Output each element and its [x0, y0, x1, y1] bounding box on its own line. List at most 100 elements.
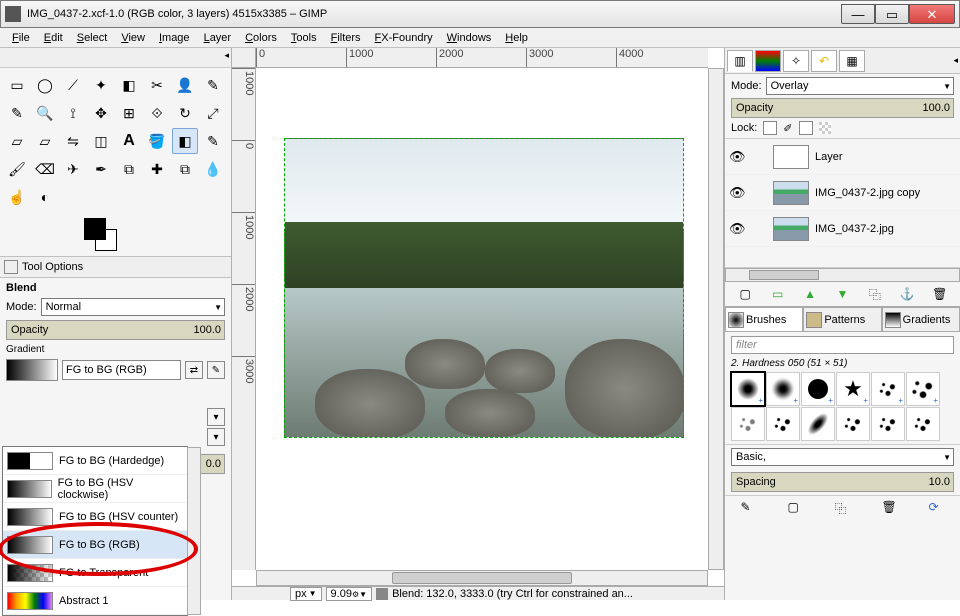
gradient-name-field[interactable]: FG to BG (RGB): [62, 360, 181, 380]
gradient-list-item[interactable]: FG to BG (HSV counter): [3, 503, 187, 531]
canvas-vscrollbar[interactable]: [708, 68, 724, 570]
menu-view[interactable]: View: [115, 30, 151, 46]
color-picker-icon[interactable]: ✎: [4, 100, 30, 126]
eraser-icon[interactable]: ⌫: [32, 156, 58, 182]
new-brush-button[interactable]: ▢: [788, 500, 804, 516]
tab-channels[interactable]: [755, 50, 781, 72]
delete-layer-button[interactable]: 🗑: [932, 286, 948, 302]
bucket-fill-icon[interactable]: 🪣: [144, 128, 170, 154]
flip-icon[interactable]: ⇋: [60, 128, 86, 154]
close-button[interactable]: ✕: [909, 4, 955, 24]
repeat-dropdown[interactable]: ▾: [207, 428, 225, 446]
gradient-popup-scrollbar[interactable]: [187, 447, 201, 615]
gradient-list-item[interactable]: FG to Transparent: [3, 559, 187, 587]
visibility-toggle[interactable]: 👁: [729, 185, 745, 201]
shape-dropdown[interactable]: ▾: [207, 408, 225, 426]
scissors-icon[interactable]: ✂: [144, 72, 170, 98]
new-layer-button[interactable]: ▢: [737, 286, 753, 302]
rect-select-icon[interactable]: ▭: [4, 72, 30, 98]
duplicate-brush-button[interactable]: ⿻: [835, 500, 851, 516]
canvas[interactable]: [256, 68, 708, 570]
menu-select[interactable]: Select: [71, 30, 114, 46]
move-icon[interactable]: ✥: [88, 100, 114, 126]
gradient-list-item[interactable]: FG to BG (HSV clockwise): [3, 475, 187, 503]
tab-paths[interactable]: ✧: [783, 50, 809, 72]
smudge-icon[interactable]: ☝: [4, 184, 30, 210]
menu-filters[interactable]: Filters: [325, 30, 367, 46]
airbrush-icon[interactable]: ✈: [60, 156, 86, 182]
opacity-slider[interactable]: Opacity 100.0: [6, 320, 225, 340]
brush-item[interactable]: +: [871, 372, 905, 406]
brush-category-dropdown[interactable]: Basic, ▼: [731, 448, 954, 466]
visibility-toggle[interactable]: 👁: [729, 149, 745, 165]
brush-item[interactable]: [836, 407, 870, 441]
gradient-list-item[interactable]: FG to BG (RGB): [3, 531, 187, 559]
brush-item[interactable]: +: [801, 372, 835, 406]
blend-icon[interactable]: ◧: [172, 128, 198, 154]
foreground-select-icon[interactable]: 👤: [172, 72, 198, 98]
zoom-field[interactable]: 9.09⚙▼: [326, 587, 373, 601]
ink-icon[interactable]: ✒: [88, 156, 114, 182]
canvas-hscrollbar[interactable]: [256, 570, 708, 586]
image-preview[interactable]: [284, 138, 684, 438]
perspective-clone-icon[interactable]: ⧉: [172, 156, 198, 182]
duplicate-layer-button[interactable]: ⿻: [867, 286, 883, 302]
raise-layer-button[interactable]: ▲: [802, 286, 818, 302]
perspective-icon[interactable]: ▱: [32, 128, 58, 154]
menu-file[interactable]: File: [6, 30, 36, 46]
menu-edit[interactable]: Edit: [38, 30, 69, 46]
dock-menu-arrow[interactable]: ◂: [953, 55, 958, 66]
brush-filter-input[interactable]: filter: [731, 336, 954, 354]
brush-item[interactable]: [801, 407, 835, 441]
tab-patterns[interactable]: Patterns: [803, 307, 881, 332]
layer-opacity-slider[interactable]: Opacity 100.0: [731, 98, 954, 118]
unit-select[interactable]: px▼: [290, 587, 322, 601]
delete-brush-button[interactable]: 🗑: [882, 500, 898, 516]
layers-hscrollbar[interactable]: [725, 268, 960, 282]
rotate-icon[interactable]: ↻: [172, 100, 198, 126]
blur-icon[interactable]: 💧: [200, 156, 226, 182]
ruler-horizontal[interactable]: 01000200030004000: [256, 48, 708, 68]
spacing-slider[interactable]: Spacing 10.0: [731, 472, 954, 492]
gradient-list-item[interactable]: FG to BG (Hardedge): [3, 447, 187, 475]
brush-item[interactable]: [871, 407, 905, 441]
gradient-list-item[interactable]: Abstract 1: [3, 587, 187, 615]
gradient-edit-button[interactable]: ✎: [207, 361, 225, 379]
layer-mode-dropdown[interactable]: Overlay ▼: [766, 77, 954, 95]
dock-config-icon[interactable]: [4, 260, 18, 274]
zoom-icon[interactable]: 🔍: [32, 100, 58, 126]
fg-color-swatch[interactable]: [84, 218, 106, 240]
edit-brush-button[interactable]: ✎: [741, 500, 757, 516]
menu-fx-foundry[interactable]: FX-Foundry: [369, 30, 439, 46]
refresh-brush-button[interactable]: ⟳: [929, 500, 945, 516]
gradient-swatch[interactable]: [6, 359, 58, 381]
align-icon[interactable]: ⊞: [116, 100, 142, 126]
heal-icon[interactable]: ✚: [144, 156, 170, 182]
pencil-icon[interactable]: ✎: [200, 128, 226, 154]
tab-histogram[interactable]: ▦: [839, 50, 865, 72]
anchor-layer-button[interactable]: ⚓: [899, 286, 915, 302]
free-select-icon[interactable]: ⟋: [60, 72, 86, 98]
measure-icon[interactable]: ⟟: [60, 100, 86, 126]
paths-icon[interactable]: ✎: [200, 72, 226, 98]
lock-pixels-checkbox[interactable]: [763, 121, 777, 135]
by-color-select-icon[interactable]: ◧: [116, 72, 142, 98]
mode-dropdown[interactable]: Normal ▼: [41, 298, 225, 316]
ruler-vertical[interactable]: 10000100020003000: [232, 68, 256, 570]
scale-icon[interactable]: ⤢: [200, 100, 226, 126]
maximize-button[interactable]: ▭: [875, 4, 909, 24]
layer-row[interactable]: 👁IMG_0437-2.jpg copy: [725, 175, 960, 211]
menu-help[interactable]: Help: [499, 30, 534, 46]
visibility-toggle[interactable]: 👁: [729, 221, 745, 237]
menu-colors[interactable]: Colors: [239, 30, 283, 46]
color-selector[interactable]: [0, 214, 231, 256]
clone-icon[interactable]: ⧉: [116, 156, 142, 182]
brush-item[interactable]: ★+: [836, 372, 870, 406]
layer-row[interactable]: 👁IMG_0437-2.jpg: [725, 211, 960, 247]
group-layer-button[interactable]: ▭: [770, 286, 786, 302]
fuzzy-select-icon[interactable]: ✦: [88, 72, 114, 98]
text-icon[interactable]: A: [116, 128, 142, 154]
brush-item[interactable]: [731, 407, 765, 441]
ellipse-select-icon[interactable]: ◯: [32, 72, 58, 98]
paintbrush-icon[interactable]: 🖌: [4, 156, 30, 182]
